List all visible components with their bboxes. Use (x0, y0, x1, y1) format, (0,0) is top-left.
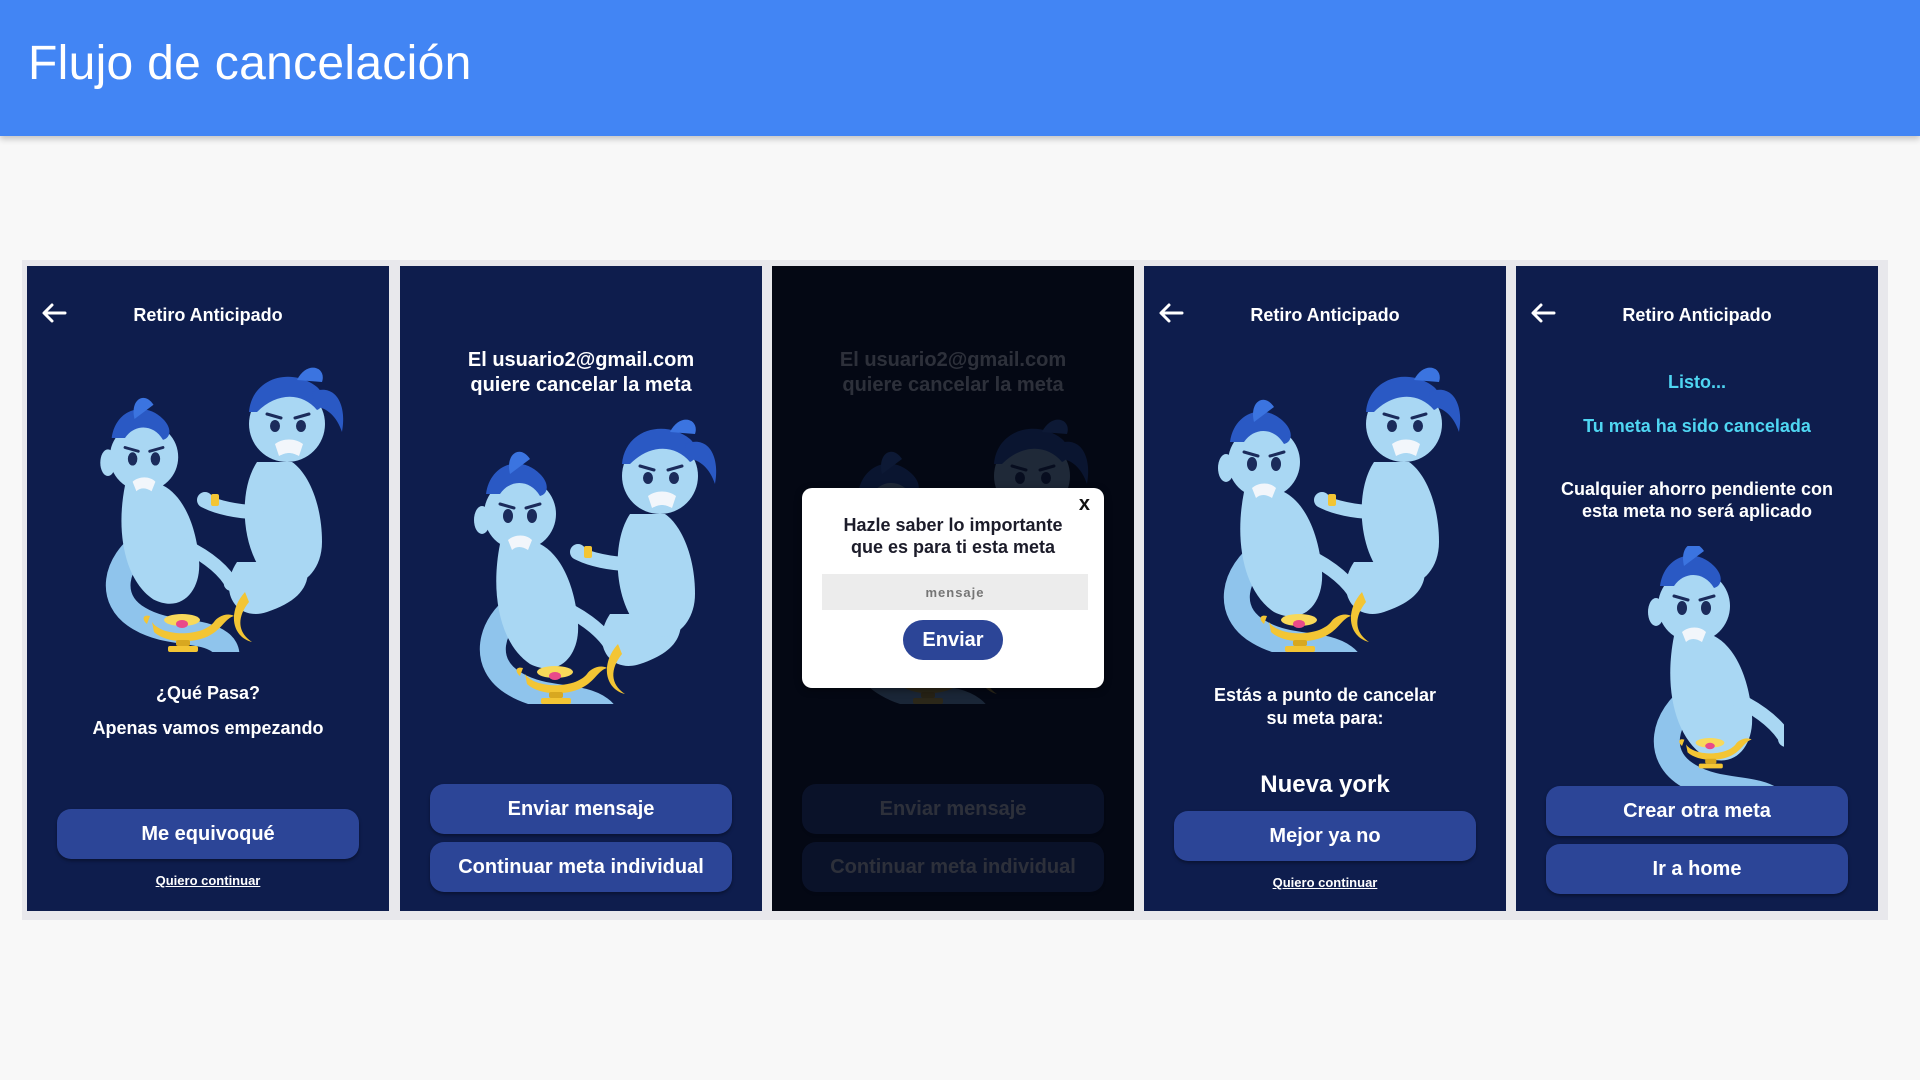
subtitle-text: Apenas vamos empezando (92, 718, 324, 738)
status-detail-text: Tu meta ha sido cancelada (1583, 416, 1811, 436)
screen-cancel-done: Retiro Anticipado Listo... Tu meta ha si… (1516, 266, 1878, 911)
dialog-prompt-line-1: Hazle saber lo importante (843, 515, 1063, 535)
genies-illustration (87, 362, 347, 652)
request-line-2: quiere cancelar la meta (470, 374, 692, 396)
request-line-1: El usuario2@gmail.com (839, 349, 1067, 371)
enviar-mensaje-button[interactable]: Enviar mensaje (430, 784, 732, 834)
question-text: ¿Qué Pasa? (155, 683, 261, 703)
continuar-meta-individual-button[interactable]: Continuar meta individual (430, 842, 732, 892)
screen-send-message-dialog: El usuario2@gmail.com quiere cancelar la… (772, 266, 1134, 911)
dialog-prompt: Hazle saber lo importante que es para ti… (802, 514, 1104, 558)
message-dialog: x Hazle saber lo importante que es para … (802, 488, 1104, 688)
mejor-ya-no-button[interactable]: Mejor ya no (1174, 811, 1476, 861)
screen-header-title: Retiro Anticipado (1250, 305, 1400, 325)
genies-illustration (460, 414, 720, 704)
crear-otra-meta-button[interactable]: Crear otra meta (1546, 786, 1848, 836)
quiero-continuar-link[interactable]: Quiero continuar (1144, 875, 1506, 890)
screen-header-title: Retiro Anticipado (1622, 305, 1772, 325)
enviar-mensaje-button: Enviar mensaje (802, 784, 1104, 834)
request-line-1: El usuario2@gmail.com (467, 349, 695, 371)
note-line-1: Cualquier ahorro pendiente con (1560, 479, 1834, 499)
screen-header-title: Retiro Anticipado (133, 305, 283, 325)
goal-name: Nueva york (1260, 771, 1390, 798)
cancel-warning-line-1: Estás a punto de cancelar (1213, 685, 1437, 705)
me-equivoque-button[interactable]: Me equivoqué (57, 809, 359, 859)
dialog-prompt-line-2: que es para ti esta meta (850, 537, 1056, 557)
page-title: Flujo de cancelación (28, 37, 472, 90)
status-text: Listo... (1668, 372, 1726, 392)
message-input[interactable] (822, 574, 1088, 610)
request-line-2: quiere cancelar la meta (842, 374, 1064, 396)
quiero-continuar-link[interactable]: Quiero continuar (27, 873, 389, 888)
genies-illustration (1204, 362, 1464, 652)
enviar-button[interactable]: Enviar (903, 620, 1003, 660)
close-icon[interactable]: x (1079, 493, 1090, 516)
app-bar: Flujo de cancelación (0, 0, 1920, 136)
continuar-meta-individual-button: Continuar meta individual (802, 842, 1104, 892)
note-line-2: esta meta no será aplicado (1581, 501, 1813, 521)
screen-confirm-cancel: Retiro Anticipado Estás a punto de cance… (1144, 266, 1506, 911)
ir-a-home-button[interactable]: Ir a home (1546, 844, 1848, 894)
screen-cancel-request: El usuario2@gmail.com quiere cancelar la… (400, 266, 762, 911)
screen-retiro-intro: Retiro Anticipado ¿Qué Pasa? Apenas vamo… (27, 266, 389, 911)
cancel-warning-line-2: su meta para: (1266, 708, 1384, 728)
